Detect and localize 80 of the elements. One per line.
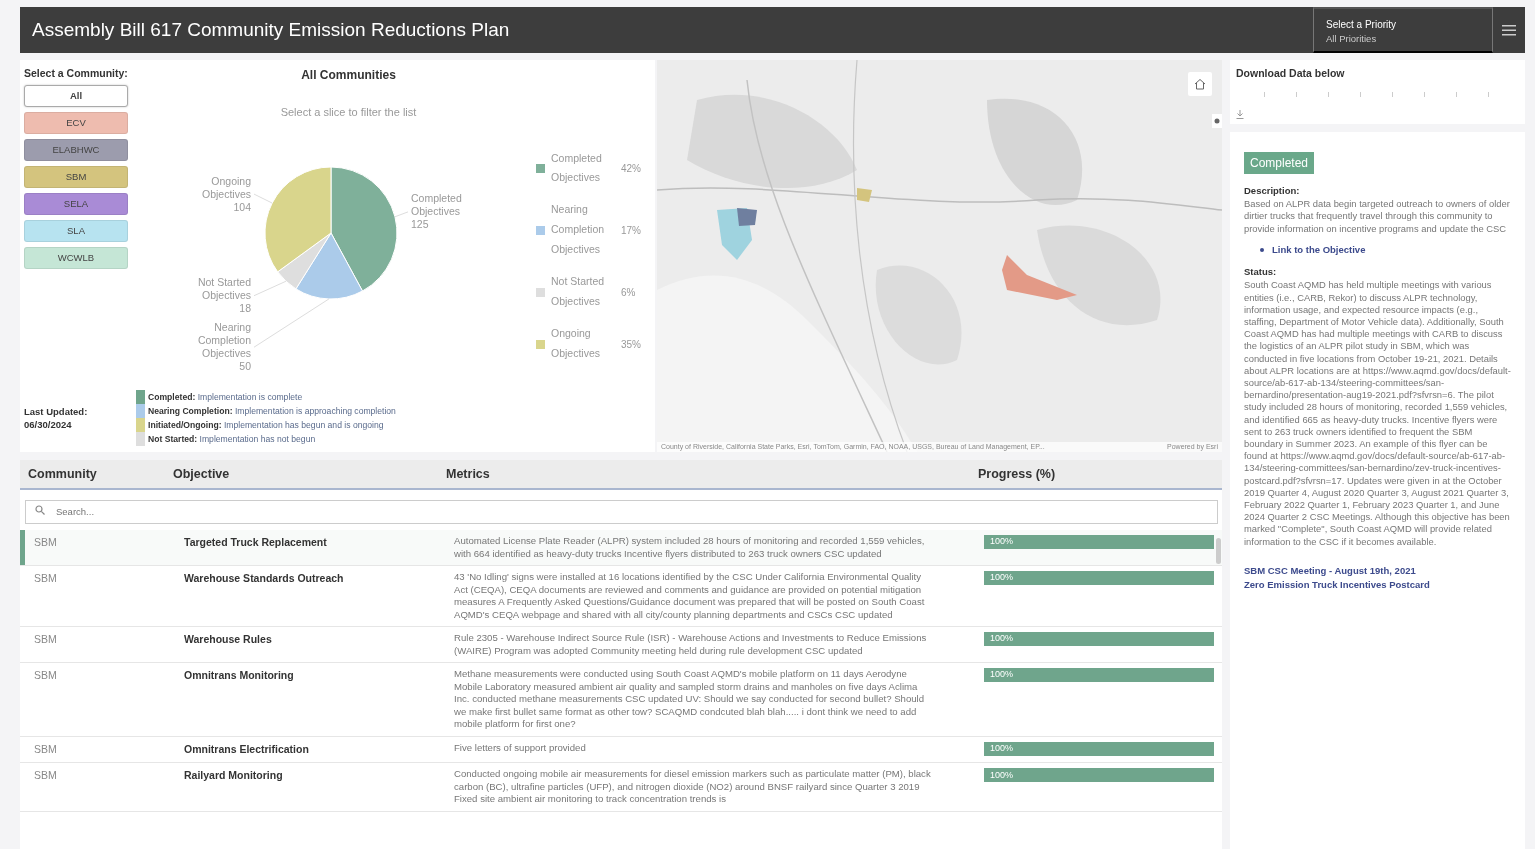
metrics-cell-text: Conducted ongoing mobile air measurements for diesel emission markers such as particulate matter (PM), black carbon (BC), ultrafine particles (UFP), and nitrogen dioxide (NO2) around BNSF railyard since Quarter 3 2019 Fixed site ambient air monitoring to track concentration trends is [453, 768, 932, 806]
description-text: Based on ALPR data begin targeted outreach to owners of older dirtier trucks that frequently travel through this community to provide information on incentive programs and update the CSC [1244, 198, 1511, 235]
community-button[interactable]: ELABHWC [24, 138, 128, 161]
progress-value: 100% [989, 668, 1014, 682]
community-button[interactable]: WCWLB [24, 246, 128, 269]
objective-cell-text: Warehouse Standards Outreach [183, 571, 345, 586]
column-header: Community [28, 465, 98, 483]
app-title: Assembly Bill 617 Community Emission Reductions Plan [31, 17, 511, 42]
community-cell-text: SBM [34, 768, 58, 784]
slice-label: Ongoing Objectives 104 [201, 174, 251, 213]
slice-label: Completed Objectives 125 [411, 191, 462, 230]
progress-value: 100% [989, 741, 1014, 755]
legend-label: Not Started Objectives [551, 274, 606, 310]
community-button[interactable]: SELA [24, 192, 128, 215]
status-text: South Coast AQMD has held multiple meetings with various entities (i.e., CARB, Rekor) to discuss ALPR technology, information usage, and expected resource impacts (e.g., staffing, Department of Motor Vehicle data). Additionally, South Coast AQMD has had multiple meetings with CARB to discuss the logistics of an ALPR pilot study in SBM, which was conducted in five locations from October 19-21, 2021. Details about ALPR locations are at https://www.aqmd.gov/docs/default-source/ab-617-ab-134/steering-committees/san-bernardino/presentation-aug19-2021.pdf?sfvrsn=6. The pilot study included 28 hours of monitoring, recorded 1,559 vehicles, and identified 665 as heavy-duty trucks. Incentive flyers were sent to 263 truck owners identified to frequent the SBM boundary in Summer 2023. An example of this flyer can be found at https://www.aqmd.gov/docs/default-source/ab-617-ab-134/steering-committees/san-bernardino/zev-truck-incentives-postcard.pdf?sfvrsn=17. Updates were given in at the October 2019 Quarter 4, August 2020 Quarter 3, August 2021 Quarter 3, February 2022 Quarter 1, February 2023 Quarter 1, and June 2024 Quarter 2 CSC Meetings. Although this objective has been marked "Complete", South Coast AQMD will provide related information to the CSC if it becomes available. [1244, 279, 1512, 548]
last-updated: Last Updated: 06/30/2024 [24, 406, 89, 432]
expand-button[interactable] [1212, 114, 1222, 128]
scrollbar[interactable] [1216, 538, 1221, 564]
search-icon [35, 505, 45, 515]
priority-dropdown[interactable]: Select a Priority All Priorities [1313, 7, 1493, 53]
search-field[interactable]: Search... [25, 499, 1218, 524]
metrics-cell-text: Rule 2305 - Warehouse Indirect Source Rule (ISR) - Warehouse Actions and Investments to Reduce Emissions (WAIRE) Program was adopted Community meeting held during rule development CSC updated [453, 632, 928, 657]
download-title: Download Data below [1236, 66, 1346, 81]
objective-cell-text: Omnitrans Monitoring [183, 668, 295, 683]
progress-value: 100% [989, 571, 1014, 585]
status-badge: Completed [1244, 152, 1315, 174]
slice-label: Not Started Objectives 18 [197, 275, 251, 314]
metrics-cell-text: 43 'No Idling' signs were installed at 16 locations identified by the CSC Under California Environmental Quality Act (CEQA), CEQA documents are reviewed and comments and guidance are provided on potential mitigation measures A Frequently Asked Questions/Guidance document was prepared that will be posted on South Coast AQMD's CEQA webpage and shared with all city/county planning departments and CSCs CSC updated [453, 571, 926, 621]
legend-percent: 42% [621, 161, 641, 176]
objective-cell-text: Warehouse Rules [183, 632, 273, 647]
home-icon [1194, 78, 1206, 90]
objective-cell-text: Railyard Monitoring [183, 768, 284, 784]
legend-percent: 17% [621, 223, 641, 238]
bullet-icon [1260, 248, 1264, 252]
objective-cell-text: Omnitrans Electrification [183, 741, 310, 757]
dot-icon [1214, 118, 1220, 124]
community-button[interactable]: SBM [24, 165, 128, 188]
home-button[interactable] [1188, 72, 1212, 96]
legend-percent: 6% [621, 285, 636, 300]
community-button[interactable]: ECV [24, 111, 128, 134]
community-button[interactable]: SLA [24, 219, 128, 242]
status-definition: Initiated/Ongoing: Implementation has begun and is ongoing [148, 418, 384, 432]
description-label: Description: [1244, 184, 1301, 198]
progress-value: 100% [989, 535, 1014, 549]
objective-cell-text: Targeted Truck Replacement [183, 535, 328, 550]
table-row[interactable] [20, 530, 1222, 566]
community-label: Select a Community: [24, 66, 129, 81]
status-label: Status: [1244, 265, 1278, 280]
document-link[interactable]: Zero Emission Truck Incentives Postcard [1244, 578, 1430, 593]
leader-line [394, 210, 409, 217]
community-cell-text: SBM [34, 632, 58, 647]
community-cell-text: SBM [34, 571, 58, 586]
community-cell-text: SBM [34, 535, 58, 550]
progress-value: 100% [989, 632, 1014, 646]
status-definition: Not Started: Implementation has not begun [148, 432, 316, 446]
chart-title: All Communities [301, 67, 396, 84]
legend-label: Completed Objectives [551, 150, 603, 186]
status-definition: Nearing Completion: Implementation is approaching completion [148, 404, 396, 418]
download-icon[interactable] [1236, 110, 1244, 119]
metrics-cell-text: Methane measurements were conducted using South Coast AQMD's mobile platform on 11 days Aerodyne Mobile Laboratory measured ambient air quality and sampled storm drains and manholes on five days Aclima Inc. conducted methane measurements CSC updated UV: Should we say conducted for second bullet? Should we make first bullet same format as other tow? SCAQMD condcuted blah blah..... i dont think we need to add mobile platform for first one? [453, 668, 926, 731]
document-link[interactable]: SBM CSC Meeting - August 19th, 2021 [1244, 563, 1416, 579]
legend-percent: 35% [621, 337, 641, 352]
progress-value: 100% [989, 768, 1014, 782]
column-header: Metrics [446, 465, 491, 483]
column-header: Progress (%) [978, 465, 1057, 483]
menu-icon [1502, 24, 1516, 36]
column-header: Objective [173, 465, 231, 483]
leader-line [253, 193, 273, 204]
community-cell-text: SBM [34, 741, 58, 757]
status-definition: Completed: Implementation is complete [148, 390, 303, 404]
objective-link[interactable]: Link to the Objective [1272, 242, 1366, 258]
chart-hint: Select a slice to filter the list [280, 105, 417, 120]
slice-label: Nearing Completion Objectives 50 [197, 320, 251, 372]
legend-label: Ongoing Objectives [551, 326, 602, 361]
table-row[interactable]: SBM Omnitrans Electrification Five letters of support provided 100% [20, 736, 1222, 764]
metrics-cell-text: Five letters of support provided [453, 741, 587, 755]
legend-label: Nearing Completion Objectives [551, 202, 606, 258]
metrics-cell-text: Automated License Plate Reader (ALPR) system included 28 hours of monitoring and recorded 1,559 vehicles, with 664 identified as heavy-duty trucks Incentive flyers distributed to 263 truck owners CSC updated [453, 535, 926, 560]
community-cell-text: SBM [34, 668, 58, 683]
community-button[interactable]: All [24, 84, 128, 107]
